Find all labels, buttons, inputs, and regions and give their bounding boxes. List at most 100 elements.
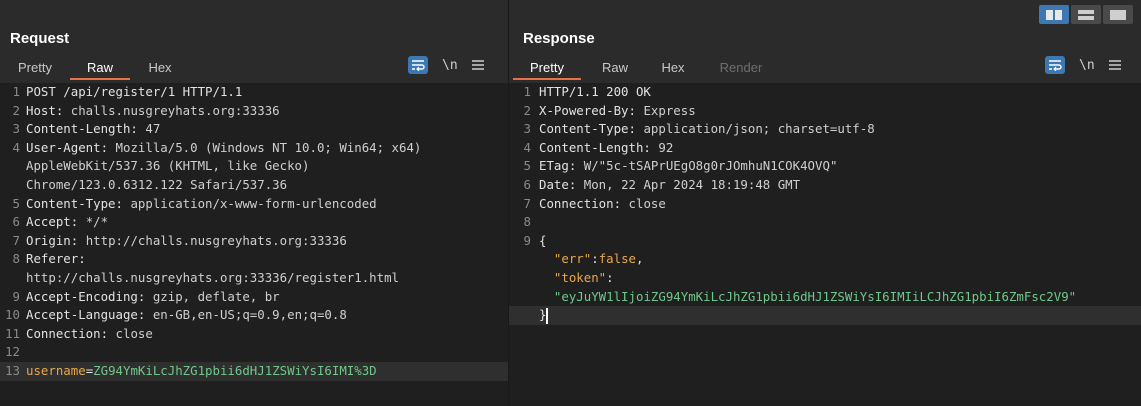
line-content: Referer: xyxy=(26,250,86,269)
request-show-newlines-button[interactable]: \n xyxy=(442,56,458,74)
response-title: Response xyxy=(523,30,595,47)
code-line: "eyJuYW1lIjoiZG94YmKiLcJhZG1pbii6dHJ1ZSW… xyxy=(509,288,1141,307)
code-line: 7 Origin: http://challs.nusgreyhats.org:3… xyxy=(0,232,508,251)
request-wrap-lines-button[interactable] xyxy=(408,56,428,74)
line-content: Chrome/123.0.6312.122 Safari/537.36 xyxy=(26,176,287,195)
line-number: 8 xyxy=(523,214,531,230)
code-token: { xyxy=(539,232,547,248)
request-tab-raw[interactable]: Raw xyxy=(70,58,130,80)
hamburger-menu-icon xyxy=(1108,60,1121,70)
line-number: 13 xyxy=(5,362,20,378)
code-token: application/x-www-form-urlencoded xyxy=(130,195,377,211)
code-line: 10 Accept-Language: en-GB,en-US;q=0.9,en;… xyxy=(0,306,508,325)
code-token: Mozilla/5.0 (Windows NT 10.0; Win64; x64… xyxy=(115,139,422,155)
code-token: Accept: xyxy=(26,214,86,230)
line-content: Content-Length: 47 xyxy=(26,120,160,139)
code-line: 3 Content-Length: 47 xyxy=(0,120,508,139)
response-show-newlines-button[interactable]: \n xyxy=(1079,56,1095,74)
line-content: User-Agent: Mozilla/5.0 (Windows NT 10.0… xyxy=(26,139,421,158)
code-token: Connection: xyxy=(26,325,116,341)
code-token: POST /api/register/1 HTTP/1.1 xyxy=(26,84,243,99)
response-wrap-lines-button[interactable] xyxy=(1045,56,1065,74)
code-token: username xyxy=(26,362,86,378)
code-token: ETag: xyxy=(539,158,584,174)
code-line: 12 xyxy=(0,343,508,362)
line-content: POST /api/register/1 HTTP/1.1 xyxy=(26,83,242,102)
code-token: en-GB,en-US;q=0.9,en;q=0.8 xyxy=(152,307,347,323)
code-token: close xyxy=(628,195,666,211)
code-token: 47 xyxy=(145,121,161,137)
line-content: Accept: */* xyxy=(26,213,108,232)
line-number: 4 xyxy=(523,139,531,155)
line-content: Connection: close xyxy=(26,325,153,344)
line-content: "eyJuYW1lIjoiZG94YmKiLcJhZG1pbii6dHJ1ZSW… xyxy=(539,288,1076,307)
code-token: : xyxy=(591,251,599,267)
code-line: 4 User-Agent: Mozilla/5.0 (Windows NT 10.… xyxy=(0,139,508,158)
code-line: 4 Content-Length: 92 xyxy=(509,139,1141,158)
code-token: , xyxy=(636,251,644,267)
line-number: 1 xyxy=(12,84,20,99)
request-tab-pretty[interactable]: Pretty xyxy=(10,58,60,80)
line-content: Content-Length: 92 xyxy=(539,139,673,158)
line-number: 2 xyxy=(12,102,20,118)
code-line: 2 X-Powered-By: Express xyxy=(509,102,1141,121)
line-content: http://challs.nusgreyhats.org:33336/regi… xyxy=(26,269,399,288)
request-tab-hex[interactable]: Hex xyxy=(138,58,182,80)
code-token: Date: xyxy=(539,176,584,192)
response-editor[interactable]: 1 HTTP/1.1 200 OK 2 X-Powered-By: Express 3 C… xyxy=(509,83,1141,406)
line-number: 12 xyxy=(5,344,20,360)
code-token: Host: xyxy=(26,102,71,118)
request-menu-button[interactable] xyxy=(471,56,484,74)
code-line: "err":false, xyxy=(509,250,1141,269)
response-tab-hex[interactable]: Hex xyxy=(651,58,695,80)
line-number: 3 xyxy=(12,121,20,137)
line-number: 11 xyxy=(5,325,20,341)
code-line: 8 xyxy=(509,213,1141,232)
code-line: Chrome/123.0.6312.122 Safari/537.36 xyxy=(0,176,508,195)
response-tools: \n xyxy=(1045,56,1121,74)
line-content: ETag: W/"5c-tSAPrUEgO8g0rJOmhuN1COK4OVQ" xyxy=(539,157,837,176)
response-tab-pretty[interactable]: Pretty xyxy=(513,58,581,80)
line-content: Accept-Encoding: gzip, deflate, br xyxy=(26,288,280,307)
line-content: "token": xyxy=(539,269,614,288)
code-token: 92 xyxy=(658,139,674,155)
code-line: 5 Content-Type: application/x-www-form-ur… xyxy=(0,195,508,214)
code-token: Chrome/123.0.6312.122 Safari/537.36 xyxy=(26,176,288,192)
code-token: Accept-Language: xyxy=(26,307,153,323)
code-line: 3 Content-Type: application/json; charset… xyxy=(509,120,1141,139)
code-token: X-Powered-By: xyxy=(539,102,644,118)
request-editor[interactable]: 1 POST /api/register/1 HTTP/1.1 2 Host: cha… xyxy=(0,83,508,406)
code-line: 5 ETag: W/"5c-tSAPrUEgO8g0rJOmhuN1COK4OVQ… xyxy=(509,157,1141,176)
code-token: } xyxy=(539,307,547,323)
code-token: HTTP/1.1 200 OK xyxy=(539,84,651,99)
code-token: Express xyxy=(643,102,696,118)
code-token: http://challs.nusgreyhats.org:33336 xyxy=(85,232,347,248)
code-token: Content-Length: xyxy=(539,139,659,155)
code-token: false xyxy=(598,251,637,267)
line-number: 1 xyxy=(523,84,531,99)
text-caret xyxy=(546,307,548,324)
code-token: close xyxy=(115,325,153,341)
response-menu-button[interactable] xyxy=(1108,56,1121,74)
response-tab-render: Render xyxy=(719,60,763,75)
code-token: Content-Type: xyxy=(539,121,644,137)
line-content: Date: Mon, 22 Apr 2024 18:19:48 GMT xyxy=(539,176,800,195)
code-token: challs.nusgreyhats.org:33336 xyxy=(70,102,280,118)
line-content: "err":false, xyxy=(539,250,644,269)
line-content: { xyxy=(539,232,546,251)
line-number: 5 xyxy=(523,158,531,174)
code-token: ZG94YmKiLcJhZG1pbii6dHJ1ZSWiYsI6IMI%3D xyxy=(93,362,377,378)
line-content: Origin: http://challs.nusgreyhats.org:33… xyxy=(26,232,347,251)
wrap-lines-icon xyxy=(1049,60,1062,71)
code-token: http://challs.nusgreyhats.org:33336/regi… xyxy=(26,269,399,285)
response-tab-raw[interactable]: Raw xyxy=(593,58,637,80)
code-line: 2 Host: challs.nusgreyhats.org:33336 xyxy=(0,102,508,121)
code-token: User-Agent: xyxy=(26,139,116,155)
code-line: } xyxy=(509,306,1141,325)
line-number: 2 xyxy=(523,102,531,118)
hamburger-menu-icon xyxy=(471,60,484,70)
line-number: 6 xyxy=(12,214,20,230)
code-line: 6 Accept: */* xyxy=(0,213,508,232)
